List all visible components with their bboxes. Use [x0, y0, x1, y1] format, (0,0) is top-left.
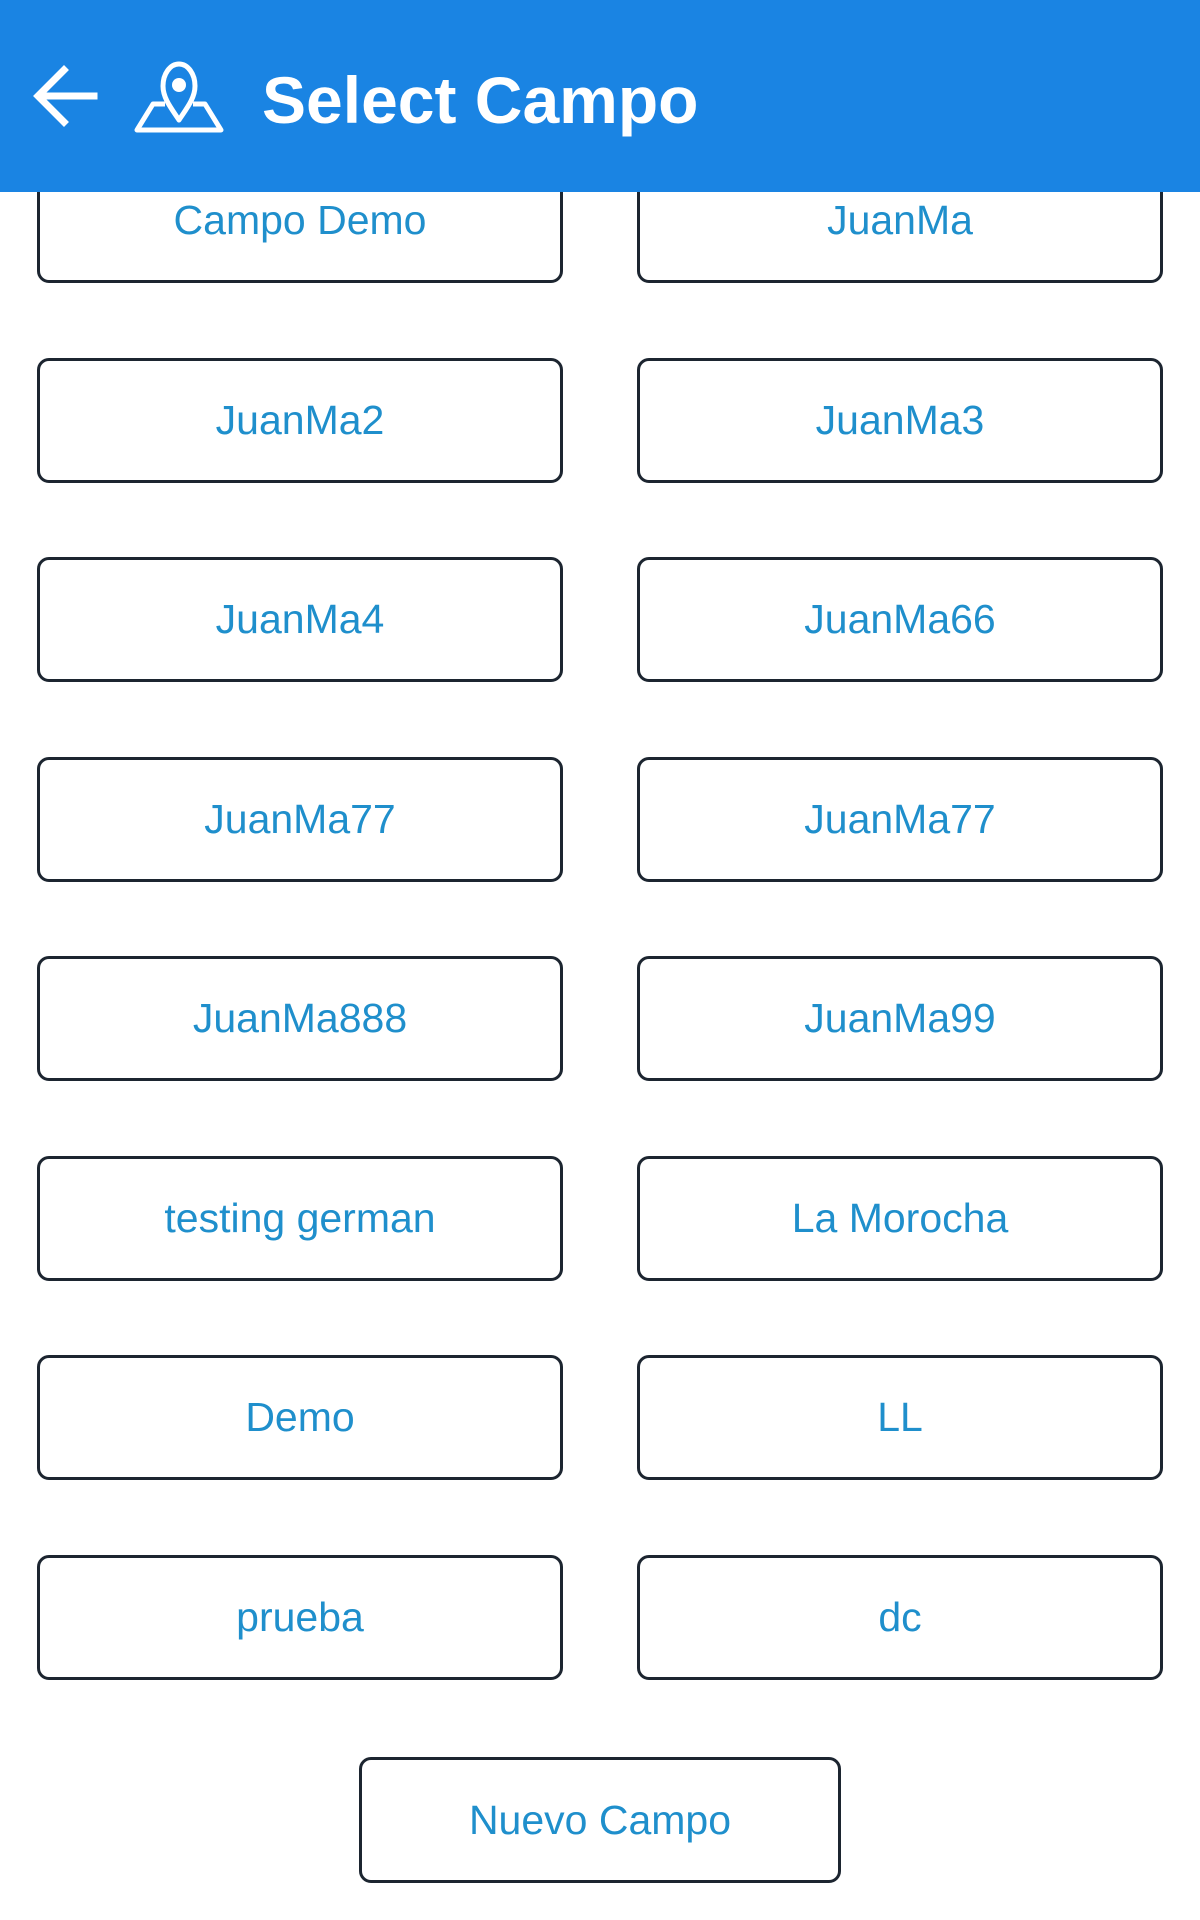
campo-button-demo[interactable]: Demo: [37, 1355, 563, 1480]
nuevo-campo-button[interactable]: Nuevo Campo: [359, 1757, 841, 1883]
page-title: Select Campo: [262, 63, 699, 137]
app-bar: Select Campo: [0, 0, 1200, 192]
campo-button-juanma77[interactable]: JuanMa77: [37, 757, 563, 882]
arrow-left-icon: [33, 65, 98, 127]
campo-button-juanma3[interactable]: JuanMa3: [637, 358, 1163, 483]
campo-button-la-morocha[interactable]: La Morocha: [637, 1156, 1163, 1281]
campo-button-prueba[interactable]: prueba: [37, 1555, 563, 1680]
campo-button-juanma888[interactable]: JuanMa888: [37, 956, 563, 1081]
campo-button-juanma99[interactable]: JuanMa99: [637, 956, 1163, 1081]
back-button[interactable]: [26, 56, 106, 136]
campo-button-ll[interactable]: LL: [637, 1355, 1163, 1480]
campo-list: Campo Demo JuanMa JuanMa2 JuanMa3 JuanMa…: [0, 0, 1200, 1920]
map-pin-icon: [134, 61, 224, 133]
campo-button-juanma66[interactable]: JuanMa66: [637, 557, 1163, 682]
campo-button-juanma2[interactable]: JuanMa2: [37, 358, 563, 483]
campo-button-juanma77-2[interactable]: JuanMa77: [637, 757, 1163, 882]
campo-button-juanma4[interactable]: JuanMa4: [37, 557, 563, 682]
campo-button-testing-german[interactable]: testing german: [37, 1156, 563, 1281]
campo-button-dc[interactable]: dc: [637, 1555, 1163, 1680]
